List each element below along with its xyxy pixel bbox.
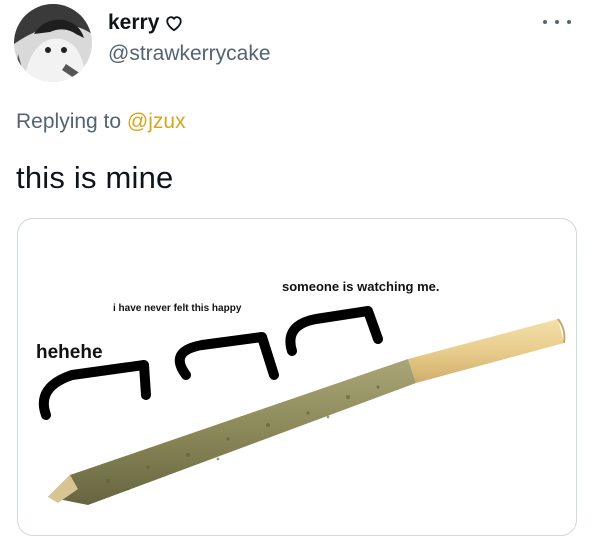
heart-outline-icon [165,15,183,32]
scribble-1 [38,360,151,420]
display-name-row: kerry [108,10,271,36]
tweet-media-image[interactable]: someone is watching me. i have never fel… [17,218,577,536]
scribble-2 [174,332,279,380]
replying-prefix: Replying to [16,110,122,133]
avatar-image [14,4,92,82]
user-handle[interactable]: @strawkerrycake [108,42,271,66]
media-caption-hehehe: hehehe [36,342,103,363]
display-name[interactable]: kerry [108,11,159,35]
media-caption-watching: someone is watching me. [282,279,440,294]
media-caption-happy: i have never felt this happy [113,303,242,314]
avatar[interactable] [14,4,92,82]
tweet: kerry @strawkerrycake Replying to @jzux … [0,0,599,553]
scribble-3 [285,306,383,356]
more-dots-icon[interactable] [543,14,571,30]
joint-filter [408,319,564,383]
replying-to: Replying to @jzux [16,110,186,134]
tweet-text: this is mine [16,160,174,195]
user-block: kerry @strawkerrycake [108,10,271,66]
media-illustration [38,306,566,505]
joint-body [48,359,416,505]
reply-mention-link[interactable]: @jzux [127,110,186,133]
